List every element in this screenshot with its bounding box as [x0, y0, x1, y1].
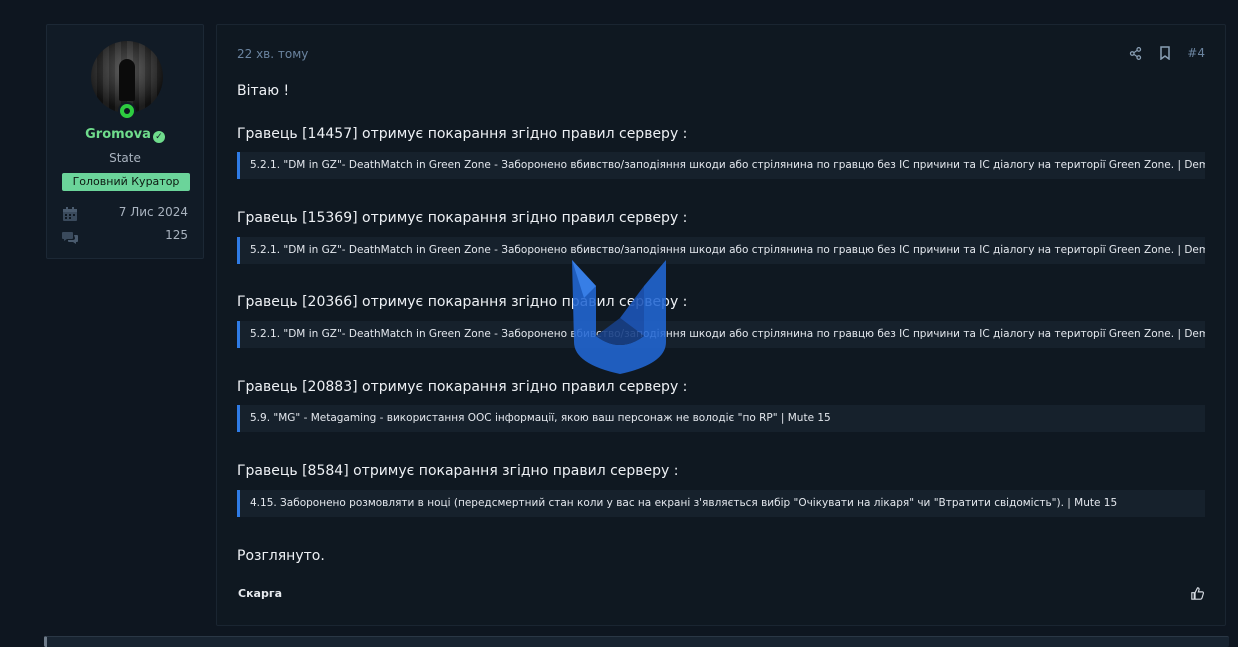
role-badge: Головний Куратор — [62, 173, 190, 191]
reply-bar[interactable] — [44, 636, 1229, 647]
share-icon[interactable] — [1127, 45, 1143, 61]
joined-row: 7 Лис 2024 — [62, 205, 188, 223]
online-icon — [118, 102, 136, 120]
post: 22 хв. тому #4 Вітаю ! Гравець [14457] о… — [216, 24, 1226, 626]
entry-quote: 4.15. Заборонено розмовляти в ноці (пере… — [237, 490, 1205, 517]
messages-count: 125 — [165, 228, 188, 242]
verified-icon: ✓ — [152, 131, 165, 143]
greeting: Вітаю ! — [237, 83, 290, 99]
entry-heading: Гравець [15369] отримує покарання згідно… — [237, 210, 688, 226]
complaint-link[interactable]: Скарга — [238, 587, 282, 600]
entry-quote: 5.2.1. "DM in GZ"- DeathMatch in Green Z… — [237, 321, 1205, 348]
post-number[interactable]: #4 — [1187, 46, 1205, 60]
messages-icon — [62, 232, 78, 244]
username[interactable]: Gromova ✓ — [47, 127, 203, 143]
avatar-figure — [119, 59, 135, 101]
entry-quote: 5.2.1. "DM in GZ"- DeathMatch in Green Z… — [237, 152, 1205, 179]
closing-text: Розглянуто. — [237, 548, 325, 564]
username-text[interactable]: Gromova — [85, 127, 151, 142]
post-actions: #4 — [1127, 45, 1205, 61]
entry-quote: 5.9. "MG" - Metagaming - використання OO… — [237, 405, 1205, 432]
entry-heading: Гравець [14457] отримує покарання згідно… — [237, 126, 688, 142]
calendar-icon — [63, 207, 77, 221]
messages-row: 125 — [62, 228, 188, 246]
like-icon[interactable] — [1191, 585, 1207, 601]
entry-heading: Гравець [8584] отримує покарання згідно … — [237, 463, 679, 479]
joined-date: 7 Лис 2024 — [118, 205, 188, 219]
user-title: State — [109, 151, 141, 165]
entry-heading: Гравець [20883] отримує покарання згідно… — [237, 379, 688, 395]
post-time[interactable]: 22 хв. тому — [237, 47, 308, 61]
bookmark-icon[interactable] — [1157, 45, 1173, 61]
entry-quote: 5.2.1. "DM in GZ"- DeathMatch in Green Z… — [237, 237, 1205, 264]
watermark-logo-icon — [572, 260, 666, 374]
user-card: Gromova ✓ State Головний Куратор 7 Лис 20… — [46, 24, 204, 259]
